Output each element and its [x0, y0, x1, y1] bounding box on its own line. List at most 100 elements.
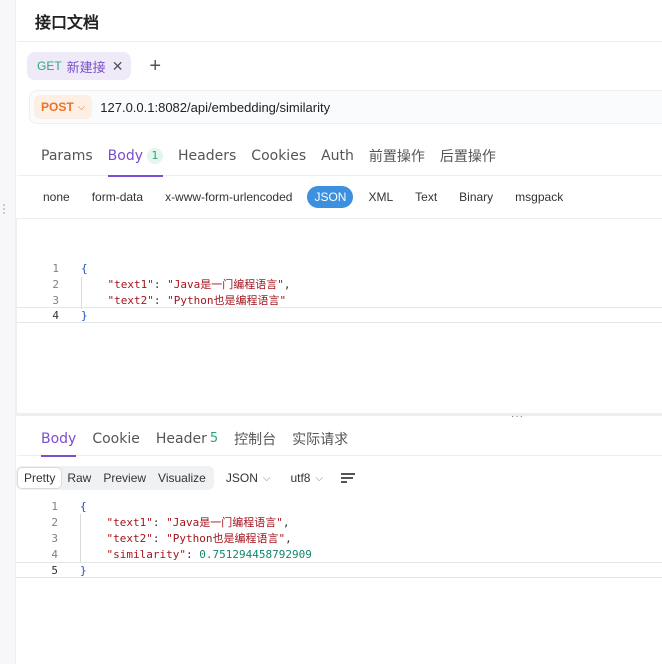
request-sub-tabs: Params Body 1 Headers Cookies Auth 前置操作 后… — [17, 136, 662, 177]
json-value: 0.751294458792909 — [199, 547, 312, 561]
tab-body[interactable]: Body 1 — [107, 136, 164, 177]
request-tabs-bar: GET 新建接 ✕ + — [17, 42, 662, 90]
body-type-form-data[interactable]: form-data — [92, 186, 143, 208]
close-icon[interactable]: ✕ — [112, 58, 124, 75]
request-body-editor[interactable]: 1 { 2 "text1": "Java是一门编程语言", 3 "text2":… — [16, 218, 662, 414]
json-key: "text1" — [106, 516, 153, 529]
json-comma: , — [285, 532, 292, 545]
body-type-binary[interactable]: Binary — [459, 186, 493, 208]
json-sep: : — [185, 547, 200, 561]
json-comma: , — [283, 278, 291, 291]
line-number: 4 — [51, 547, 58, 561]
line-number: 2 — [51, 515, 58, 529]
tab-response-body[interactable]: Body — [41, 422, 77, 457]
wrap-lines-icon[interactable] — [341, 472, 356, 484]
code-line: 3 "text2": "Python也是编程语言" — [17, 292, 662, 308]
json-key: "text2" — [107, 294, 154, 307]
body-type-xml[interactable]: XML — [368, 186, 393, 208]
line-number: 1 — [52, 261, 59, 275]
add-tab-icon[interactable]: + — [149, 56, 161, 76]
json-key: "text2" — [106, 532, 153, 545]
code-line-current: 4 } — [17, 307, 662, 323]
page-title: 接口文档 — [35, 12, 100, 32]
request-tab-name: 新建接 — [66, 60, 106, 76]
panel-splitter[interactable]: ··· — [16, 411, 662, 422]
chevron-down-icon: ⌵ — [262, 472, 271, 484]
tab-actual-request[interactable]: 实际请求 — [292, 422, 348, 456]
body-type-urlencoded[interactable]: x-www-form-urlencoded — [165, 186, 292, 208]
json-sep: : — [153, 278, 168, 291]
view-preview[interactable]: Preview — [97, 468, 152, 488]
line-number: 2 — [52, 277, 59, 291]
brace: } — [81, 308, 88, 322]
body-type-json[interactable]: JSON — [307, 186, 354, 208]
left-gutter — [0, 0, 16, 664]
json-sep: : — [152, 516, 167, 529]
json-key: "text1" — [107, 278, 154, 291]
tab-label: Body — [107, 147, 144, 164]
tab-response-header[interactable]: Header 5 — [156, 422, 218, 456]
code-line: 3 "text2": "Python也是编程语言", — [16, 530, 662, 546]
json-value: "Python也是编程语言" — [166, 532, 286, 545]
body-type-msgpack[interactable]: msgpack — [515, 186, 563, 208]
tab-label: 前置操作 — [368, 148, 425, 165]
format-value: JSON — [225, 471, 258, 485]
tab-post-actions[interactable]: 后置操作 — [440, 136, 496, 176]
brace: { — [81, 261, 88, 275]
body-type-text[interactable]: Text — [415, 186, 437, 208]
body-type-none[interactable]: none — [43, 186, 70, 208]
body-count-badge: 1 — [147, 147, 164, 164]
resize-handle[interactable] — [3, 204, 5, 214]
response-view-toolbar: Pretty Raw Preview Visualize JSON ⌵ utf8 ⌵ — [16, 466, 662, 490]
json-value: "Java是一门编程语言" — [167, 278, 284, 291]
title-bar: 接口文档 — [17, 0, 662, 42]
tab-params[interactable]: Params — [41, 136, 93, 176]
encoding-value: utf8 — [290, 471, 311, 485]
brace: { — [80, 499, 87, 513]
view-raw[interactable]: Raw — [61, 468, 97, 488]
code-line-current: 5 } — [16, 562, 662, 578]
tab-label: Auth — [321, 147, 354, 164]
tab-label: Params — [41, 147, 93, 164]
tab-label: Headers — [178, 147, 237, 164]
tab-headers[interactable]: Headers — [178, 136, 236, 176]
tab-label: Header — [155, 430, 207, 447]
tab-auth[interactable]: Auth — [321, 136, 354, 176]
code-line: 1 { — [16, 498, 662, 514]
chevron-down-icon: ⌵ — [77, 101, 86, 113]
view-visualize[interactable]: Visualize — [152, 468, 212, 488]
tab-label: 实际请求 — [292, 431, 349, 448]
line-number: 1 — [51, 499, 58, 513]
json-key: "similarity" — [106, 547, 186, 561]
code-line: 2 "text1": "Java是一门编程语言", — [17, 276, 662, 292]
method-select[interactable]: POST ⌵ — [34, 95, 93, 119]
json-sep: : — [153, 294, 168, 307]
method-label: POST — [41, 100, 74, 114]
code-line: 1 { — [17, 260, 662, 276]
response-body-viewer[interactable]: 1 { 2 "text1": "Java是一门编程语言", 3 "text2":… — [16, 496, 662, 586]
header-count: 5 — [209, 431, 219, 446]
tab-response-cookie[interactable]: Cookie — [92, 422, 140, 456]
tab-console[interactable]: 控制台 — [234, 422, 276, 456]
url-bar: POST ⌵ 127.0.0.1:8082/api/embedding/simi… — [29, 90, 662, 124]
response-tabs: Body Cookie Header 5 控制台 实际请求 — [17, 422, 662, 457]
tab-cookies[interactable]: Cookies — [251, 136, 306, 176]
tab-pre-actions[interactable]: 前置操作 — [369, 136, 425, 176]
splitter-handle-icon[interactable]: ··· — [511, 411, 524, 422]
tab-label: Body — [41, 430, 77, 447]
json-comma: , — [282, 516, 290, 529]
line-number: 3 — [52, 293, 59, 307]
tab-label: Cookie — [92, 430, 140, 447]
encoding-select[interactable]: utf8 ⌵ — [290, 471, 323, 485]
line-number: 5 — [51, 563, 58, 577]
code-line: 4 "similarity": 0.751294458792909 — [16, 546, 662, 562]
body-type-selector: none form-data x-www-form-urlencoded JSO… — [17, 184, 662, 210]
url-input[interactable]: 127.0.0.1:8082/api/embedding/similarity — [100, 100, 330, 115]
tab-label: 后置操作 — [439, 148, 496, 165]
request-tab[interactable]: GET 新建接 ✕ — [27, 52, 132, 80]
json-value: "Java是一门编程语言" — [166, 516, 283, 529]
brace: } — [80, 563, 87, 577]
format-select[interactable]: JSON ⌵ — [226, 471, 271, 485]
view-pretty[interactable]: Pretty — [18, 468, 62, 488]
line-number: 3 — [51, 531, 58, 545]
